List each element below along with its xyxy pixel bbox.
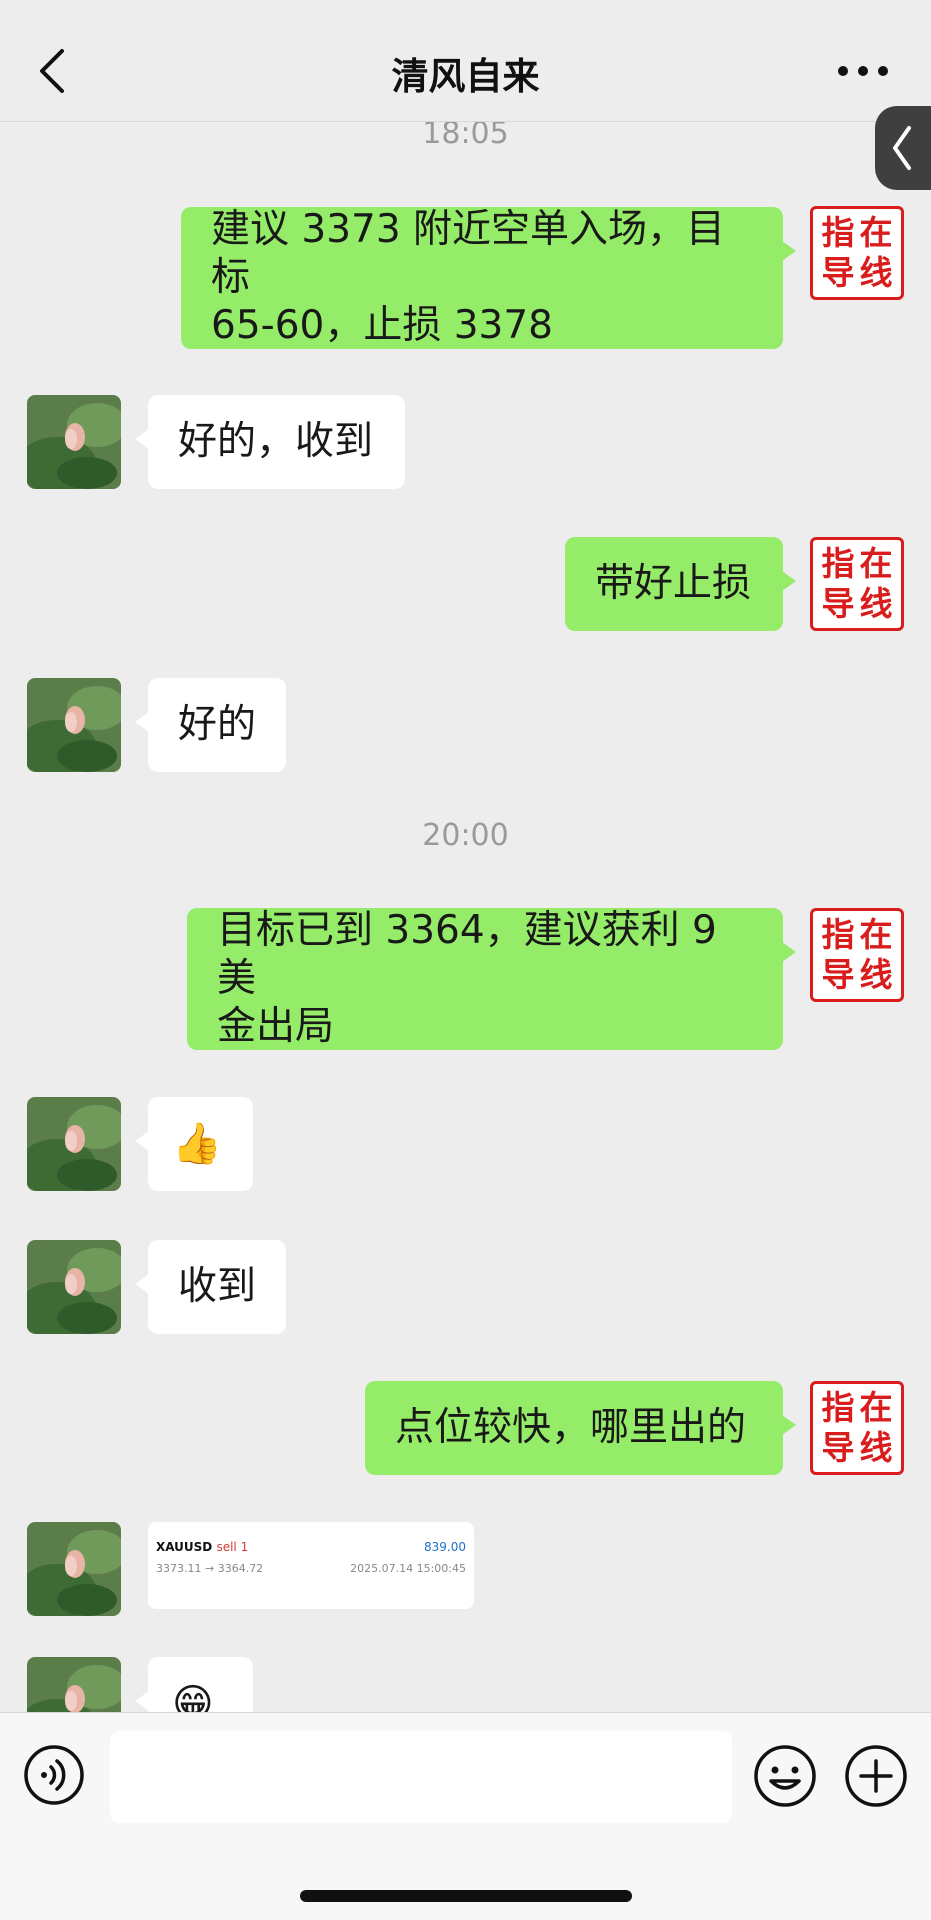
input-bar (0, 1712, 931, 1920)
avatar-char: 指 (821, 213, 855, 252)
trade-side: sell 1 (216, 1540, 249, 1554)
plus-icon[interactable] (843, 1743, 909, 1809)
incoming-message[interactable]: 收到 (135, 1240, 286, 1334)
contact-avatar[interactable] (27, 678, 121, 772)
lotus-photo (27, 1657, 121, 1712)
message-text: 目标已到 3364，建议获利 9 美 金出局 (217, 908, 717, 1049)
avatar-char: 导 (821, 1428, 855, 1467)
message-input[interactable] (110, 1731, 732, 1823)
trade-screenshot-card[interactable]: XAUUSD sell 1 839.00 3373.11 → 3364.72 2… (148, 1522, 474, 1609)
avatar-char: 在 (859, 544, 893, 583)
trade-prices: 3373.11 → 3364.72 (156, 1562, 264, 1575)
avatar-char: 在 (859, 213, 893, 252)
lotus-photo (27, 1097, 121, 1191)
avatar-char: 指 (821, 544, 855, 583)
message-text: 点位较快，哪里出的 (395, 1405, 747, 1450)
avatar-char: 线 (859, 584, 893, 623)
avatar-char: 线 (859, 955, 893, 994)
contact-avatar[interactable] (27, 1240, 121, 1334)
more-dots-icon[interactable] (833, 58, 893, 84)
grinning-face-emoji: 😁 (172, 1681, 214, 1712)
incoming-message[interactable]: 😁 (135, 1657, 253, 1712)
message-text: 好的 (178, 702, 257, 747)
contact-avatar[interactable] (27, 1657, 121, 1712)
avatar-char: 导 (821, 253, 855, 292)
trade-symbol: XAUUSD (156, 1540, 213, 1554)
contact-avatar[interactable] (27, 1522, 121, 1616)
lotus-photo (27, 1240, 121, 1334)
my-avatar[interactable]: 指在导线 (810, 908, 904, 1002)
message-text: 收到 (178, 1264, 257, 1309)
trade-symbol-line: XAUUSD sell 1 (156, 1540, 248, 1554)
contact-avatar[interactable] (27, 1097, 121, 1191)
message-text: 带好止损 (595, 561, 752, 606)
lotus-photo (27, 1522, 121, 1616)
outgoing-message[interactable]: 建议 3373 附近空单入场，目标 65-60，止损 3378 (181, 207, 796, 349)
trade-time: 2025.07.14 15:00:45 (350, 1562, 466, 1575)
outgoing-message[interactable]: 带好止损 (565, 537, 796, 631)
avatar-char: 导 (821, 955, 855, 994)
my-avatar[interactable]: 指在导线 (810, 1381, 904, 1475)
avatar-char: 指 (821, 1388, 855, 1427)
trade-profit: 839.00 (424, 1540, 466, 1554)
message-list[interactable]: 18:05 建议 3373 附近空单入场，目标 65-60，止损 3378 指在… (0, 122, 931, 1712)
avatar-char: 指 (821, 915, 855, 954)
avatar-char: 导 (821, 584, 855, 623)
lotus-photo (27, 395, 121, 489)
my-avatar[interactable]: 指在导线 (810, 206, 904, 300)
outgoing-message[interactable]: 目标已到 3364，建议获利 9 美 金出局 (187, 908, 796, 1050)
incoming-message[interactable]: 好的，收到 (135, 395, 405, 489)
message-text: 好的，收到 (178, 419, 374, 464)
chat-header: 清风自来 (0, 0, 931, 122)
timestamp: 20:00 (422, 818, 509, 853)
voice-icon[interactable] (22, 1743, 86, 1807)
contact-avatar[interactable] (27, 395, 121, 489)
avatar-char: 线 (859, 253, 893, 292)
outgoing-message[interactable]: 点位较快，哪里出的 (365, 1381, 796, 1475)
emoji-icon[interactable] (752, 1743, 818, 1809)
incoming-message[interactable]: 👍 (135, 1097, 253, 1191)
chat-title: 清风自来 (391, 55, 540, 98)
lotus-photo (27, 678, 121, 772)
incoming-message[interactable]: 好的 (135, 678, 286, 772)
message-text: 建议 3373 附近空单入场，目标 65-60，止损 3378 (211, 207, 726, 348)
timestamp: 18:05 (422, 122, 509, 151)
home-indicator (300, 1890, 632, 1902)
my-avatar[interactable]: 指在导线 (810, 537, 904, 631)
thumbs-up-emoji: 👍 (172, 1121, 222, 1167)
avatar-char: 在 (859, 1388, 893, 1427)
avatar-char: 线 (859, 1428, 893, 1467)
avatar-char: 在 (859, 915, 893, 954)
